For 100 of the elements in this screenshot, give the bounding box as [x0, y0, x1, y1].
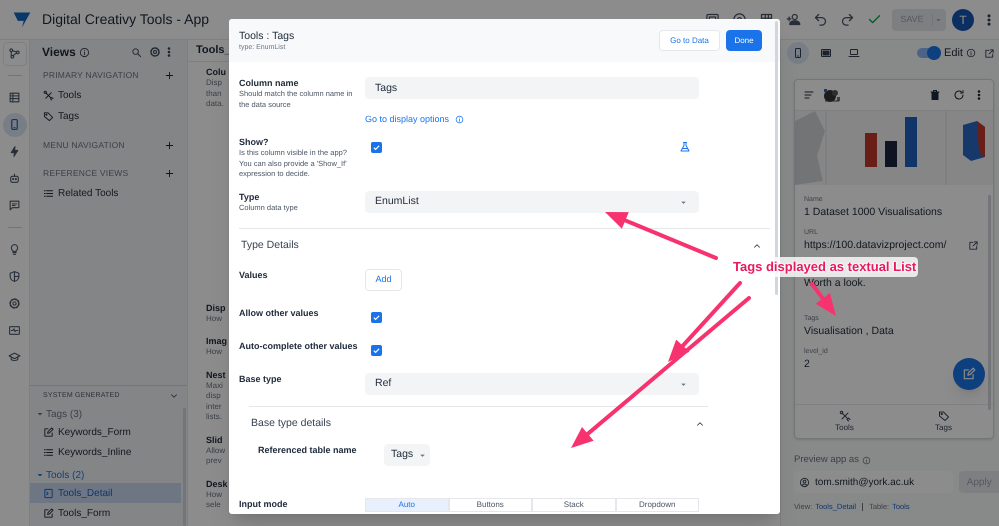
go-to-data-button[interactable]: Go to Data [659, 30, 720, 51]
tools-icon [43, 90, 54, 101]
add-button[interactable]: Add [365, 269, 402, 291]
nav-item[interactable]: Tags [30, 106, 187, 127]
setting-label: Imag [206, 335, 228, 347]
nav-item[interactable]: Keywords_Inline [30, 442, 181, 462]
detail-icon [43, 488, 54, 498]
field-value: Visualisation , Data [804, 324, 894, 338]
info-icon[interactable] [862, 456, 871, 465]
shield-icon [8, 270, 21, 283]
user-field[interactable]: tom.smith@york.ac.uk [794, 471, 954, 494]
monitor-icon [8, 324, 21, 337]
checkbox[interactable] [371, 345, 382, 356]
setting-description: Maxi [206, 380, 223, 391]
tree-group[interactable]: Tools (2) [30, 467, 181, 483]
bolt-icon [8, 145, 21, 158]
nav-item[interactable]: Related Tools [30, 183, 187, 204]
select-field[interactable]: Ref [365, 373, 699, 395]
setting-label: Desk [206, 478, 228, 490]
field-label: Column name [239, 77, 300, 89]
setting-description: than [206, 88, 222, 99]
field-label: Referenced table name [258, 444, 358, 456]
tree-group[interactable]: Tags (3) [30, 406, 181, 422]
segment-option[interactable]: Auto [365, 498, 448, 512]
external-link-icon[interactable] [968, 240, 979, 250]
info-icon[interactable] [966, 48, 976, 58]
text-field[interactable]: Tags [365, 77, 699, 99]
setting-description: sele [206, 500, 221, 510]
bulb-icon [8, 243, 21, 256]
select-field[interactable]: EnumList [365, 191, 699, 213]
nav-item[interactable]: Tools_Form [30, 503, 181, 523]
nav-item[interactable]: Tools_Detail [30, 483, 181, 503]
app-title: Digital Creativy Tools - App [42, 10, 210, 29]
chat-icon [8, 199, 21, 212]
done-button[interactable]: Done [726, 30, 762, 51]
setting-label: Slid [206, 434, 223, 446]
external-link-icon[interactable] [984, 48, 995, 58]
section-heading: MENU NAVIGATION [43, 138, 125, 152]
section-heading: REFERENCE VIEWS [43, 166, 128, 180]
info-icon[interactable] [455, 115, 464, 124]
setting-description: disp [206, 391, 221, 402]
preview-label: Preview app as [794, 453, 859, 467]
tablet-icon [820, 47, 832, 59]
field-label: Allow other values [239, 307, 320, 319]
field-value: https://100.datavizproject.com/ [804, 238, 946, 252]
setting-description: How [206, 347, 222, 358]
user-avatar[interactable]: T [952, 8, 974, 30]
field-label: Auto-complete other values [239, 340, 359, 352]
section-heading: PRIMARY NAVIGATION [43, 68, 139, 82]
display-options-link[interactable]: Go to display options [365, 113, 450, 126]
field-label: Type [239, 191, 260, 203]
checkbox[interactable] [371, 312, 382, 323]
graduation-cap-icon [8, 351, 21, 364]
add-icon[interactable] [164, 168, 175, 178]
device-button[interactable] [787, 42, 809, 64]
rail-button[interactable] [2, 42, 26, 66]
dialog-title: Tools : Tags [239, 28, 294, 42]
add-icon[interactable] [164, 140, 175, 150]
trash-icon[interactable] [929, 89, 941, 101]
bottom-nav-tab[interactable]: Tools [795, 405, 894, 438]
tools-icon [838, 410, 850, 422]
nav-item[interactable]: Keywords_Form [30, 422, 181, 442]
nav-item[interactable]: Tools [30, 85, 187, 106]
field-label: Show? [239, 136, 270, 148]
flask-icon[interactable] [679, 141, 691, 153]
info-icon[interactable] [78, 46, 90, 58]
field-label: Input mode [239, 498, 288, 510]
undo-icon[interactable] [813, 12, 828, 27]
redo-icon[interactable] [840, 12, 855, 27]
segment-option[interactable]: Stack [532, 498, 616, 512]
settings-icon [8, 297, 21, 310]
list-icon [43, 188, 54, 199]
refresh-icon[interactable] [953, 89, 965, 101]
annotation-label: Tags displayed as textual List [731, 257, 918, 276]
bottom-nav-tab[interactable]: Tags [894, 405, 993, 438]
select-field[interactable]: Tags [384, 444, 430, 466]
setting-description: data. [206, 99, 224, 110]
setting-description: Disp [206, 78, 222, 88]
panel-title: Views [42, 44, 76, 61]
phone-icon [792, 47, 804, 59]
person-icon [799, 476, 810, 488]
segment-option[interactable]: Dropdown [616, 498, 699, 512]
setting-description: prev [206, 456, 222, 466]
search-icon[interactable] [131, 46, 142, 58]
setting-label: Nest [206, 368, 226, 380]
edit-toggle[interactable] [917, 48, 940, 58]
section-header[interactable]: Base type details [249, 407, 708, 441]
settings-icon[interactable] [149, 46, 161, 58]
person-add-icon[interactable] [786, 12, 801, 27]
tag-icon [43, 111, 54, 122]
checkbox[interactable] [371, 142, 382, 152]
sort-icon[interactable] [803, 89, 815, 101]
setting-description: Allow [206, 446, 226, 456]
edit-button[interactable] [953, 358, 985, 390]
rail-button[interactable] [2, 112, 26, 136]
field-label: Values [239, 269, 269, 281]
segment-option[interactable]: Buttons [448, 498, 532, 512]
table-icon [8, 91, 21, 104]
add-icon[interactable] [164, 70, 175, 80]
setting-description: How [206, 490, 222, 500]
